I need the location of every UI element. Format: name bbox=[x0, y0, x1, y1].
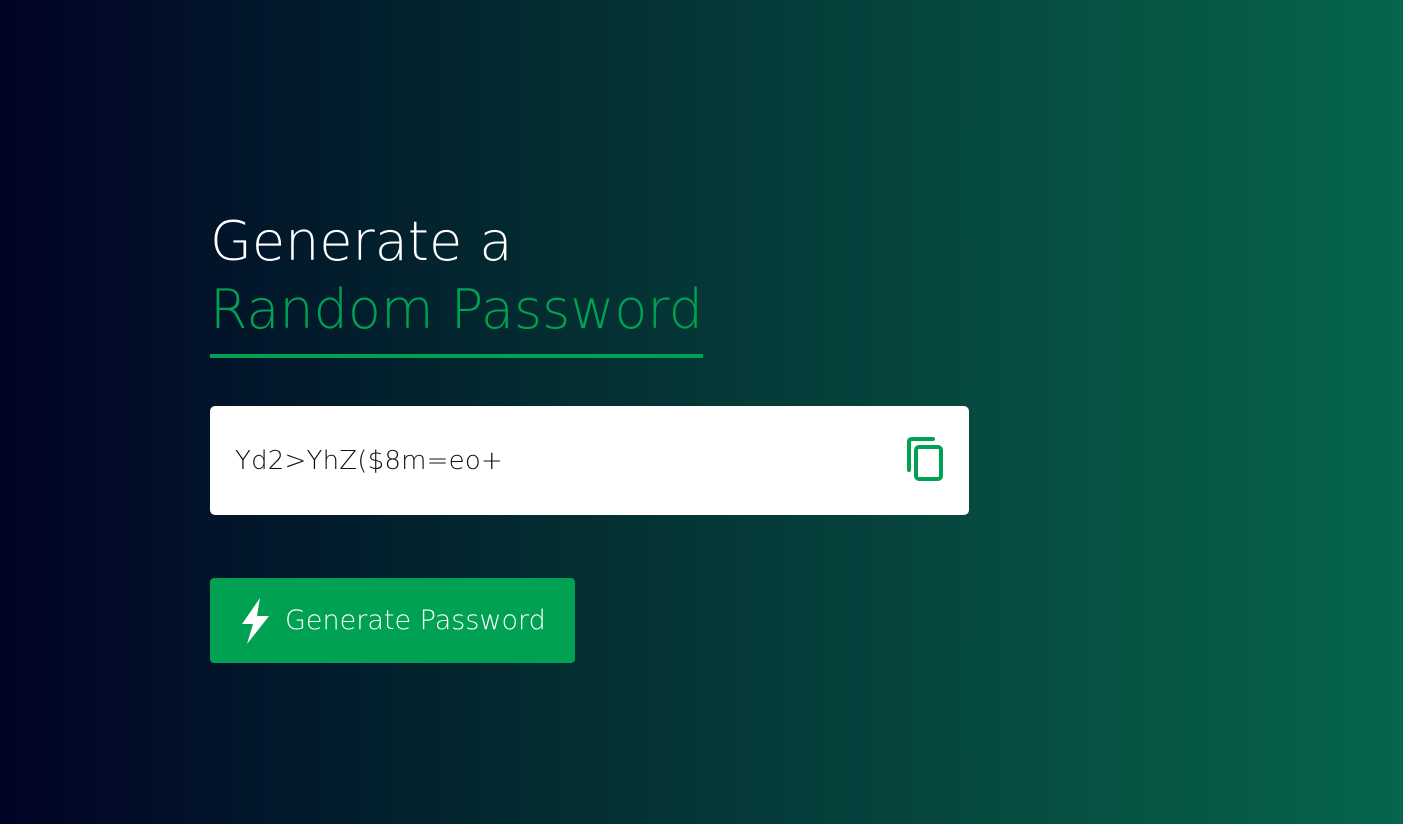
title-line-1: Generate a bbox=[210, 210, 513, 273]
generate-password-button[interactable]: Generate Password bbox=[210, 578, 575, 663]
lightning-bolt-icon bbox=[238, 597, 272, 645]
password-display: Yd2>YhZ($8m=eo+ bbox=[210, 406, 969, 515]
copy-button[interactable] bbox=[905, 436, 945, 486]
password-generator: Generate a Random Password Yd2>YhZ($8m=e… bbox=[210, 208, 970, 663]
generate-button-label: Generate Password bbox=[285, 605, 546, 636]
page-title: Generate a Random Password bbox=[210, 208, 703, 358]
copy-icon bbox=[905, 436, 945, 486]
password-output[interactable]: Yd2>YhZ($8m=eo+ bbox=[235, 446, 503, 476]
title-line-2: Random Password bbox=[210, 278, 703, 341]
